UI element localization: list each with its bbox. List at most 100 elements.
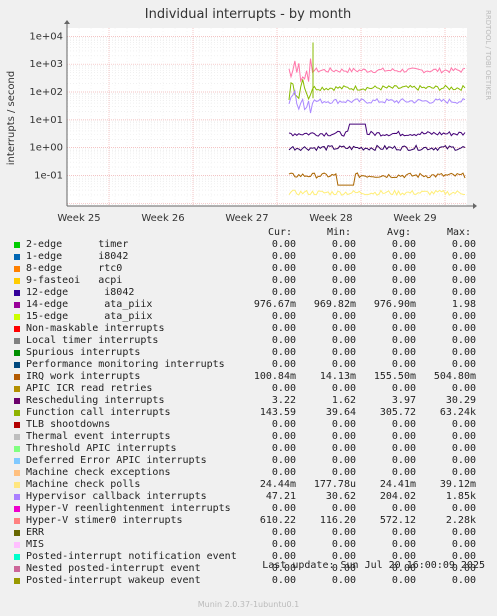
legend-max: 504.80m bbox=[433, 371, 476, 382]
legend-label: APIC ICR read retries bbox=[26, 383, 153, 394]
legend-row: TLB shootdowns 0.00 0.00 0.00 0.00 bbox=[0, 419, 497, 431]
legend-max: 0.00 bbox=[451, 383, 476, 394]
legend-row: APIC ICR read retries 0.00 0.00 0.00 0.00 bbox=[0, 383, 497, 395]
rrdtool-credit: RRDTOOL / TOBI OETIKER bbox=[484, 10, 492, 100]
legend-label: Function call interrupts bbox=[26, 407, 171, 418]
legend-label: 2-edge timer bbox=[26, 239, 129, 250]
legend-max: 0.00 bbox=[451, 467, 476, 478]
legend-row: Hyper-V stimer0 interrupts 610.22 116.20 57… bbox=[0, 515, 497, 527]
legend-max: 0.00 bbox=[451, 311, 476, 322]
legend-swatch bbox=[14, 350, 20, 356]
legend-max: 0.00 bbox=[451, 575, 476, 586]
legend-swatch bbox=[14, 338, 20, 344]
legend-max: 0.00 bbox=[451, 251, 476, 262]
legend-swatch bbox=[14, 578, 20, 584]
legend-label: 14-edge ata_piix bbox=[26, 299, 153, 310]
legend-max: 0.00 bbox=[451, 431, 476, 442]
legend-swatch bbox=[14, 542, 20, 548]
legend-max: 0.00 bbox=[451, 455, 476, 466]
last-update: Last update: Sun Jul 20 16:00:09 2025 bbox=[262, 560, 485, 571]
legend-swatch bbox=[14, 314, 20, 320]
header-cur: Cur: bbox=[268, 227, 293, 238]
legend-swatch bbox=[14, 554, 20, 560]
legend-max: 0.00 bbox=[451, 539, 476, 550]
legend-label: Non-maskable interrupts bbox=[26, 323, 165, 334]
legend-swatch bbox=[14, 434, 20, 440]
legend-row: 15-edge ata_piix 0.00 0.00 0.00 0.00 bbox=[0, 311, 497, 323]
legend-swatch bbox=[14, 362, 20, 368]
legend-swatch bbox=[14, 326, 20, 332]
legend-swatch bbox=[14, 242, 20, 248]
legend-max: 39.12m bbox=[439, 479, 476, 490]
legend-label: Hyper-V stimer0 interrupts bbox=[26, 515, 183, 526]
legend-row: Machine check polls 24.44m 177.78u 24.41m 39… bbox=[0, 479, 497, 491]
legend-label: Threshold APIC interrupts bbox=[26, 443, 177, 454]
legend-max: 0.00 bbox=[451, 239, 476, 250]
legend-label: MIS bbox=[26, 539, 45, 550]
legend-label: Rescheduling interrupts bbox=[26, 395, 165, 406]
legend-swatch bbox=[14, 278, 20, 284]
legend-label: Machine check exceptions bbox=[26, 467, 171, 478]
legend-row: Rescheduling interrupts 3.22 1.62 3.97 30.29 bbox=[0, 395, 497, 407]
legend-label: Local timer interrupts bbox=[26, 335, 159, 346]
legend-max: 0.00 bbox=[451, 503, 476, 514]
legend-swatch bbox=[14, 374, 20, 380]
legend-swatch bbox=[14, 482, 20, 488]
y-axis-arrow bbox=[64, 20, 70, 24]
legend-label: 12-edge i8042 bbox=[26, 287, 135, 298]
legend-swatch bbox=[14, 254, 20, 260]
legend-label: ERR bbox=[26, 527, 45, 538]
legend-row: Thermal event interrupts 0.00 0.00 0.00 0.00 bbox=[0, 431, 497, 443]
x-tick-label: Week 28 bbox=[309, 213, 352, 224]
chart: Individual interrupts - by month interru… bbox=[6, 7, 492, 224]
legend-row: 8-edge rtc0 0.00 0.00 0.00 0.00 bbox=[0, 263, 497, 275]
legend-max: 0.00 bbox=[451, 287, 476, 298]
legend-swatch bbox=[14, 446, 20, 452]
legend-label: TLB shootdowns bbox=[26, 419, 111, 430]
legend-max: 0.00 bbox=[451, 347, 476, 358]
legend-row: ERR 0.00 0.00 0.00 0.00 bbox=[0, 527, 497, 539]
legend-swatch bbox=[14, 506, 20, 512]
legend-label: Spurious interrupts bbox=[26, 347, 141, 358]
chart-title: Individual interrupts - by month bbox=[145, 7, 351, 22]
legend-swatch bbox=[14, 302, 20, 308]
legend-swatch bbox=[14, 386, 20, 392]
legend-swatch bbox=[14, 518, 20, 524]
legend-row: 9-fasteoi acpi 0.00 0.00 0.00 0.00 bbox=[0, 275, 497, 287]
legend-max: 0.00 bbox=[451, 263, 476, 274]
y-tick-label: 1e+00 bbox=[29, 143, 63, 154]
legend-label: 15-edge ata_piix bbox=[26, 311, 153, 322]
legend-max: 0.00 bbox=[451, 323, 476, 334]
legend-row: Function call interrupts 143.59 39.64 305.7… bbox=[0, 407, 497, 419]
y-tick-label: 1e+03 bbox=[29, 59, 63, 70]
y-tick-label: 1e+02 bbox=[29, 87, 63, 98]
x-tick-label: Week 25 bbox=[57, 213, 100, 224]
y-tick-label: 1e+04 bbox=[29, 31, 63, 42]
legend-swatch bbox=[14, 410, 20, 416]
legend-label: Posted-interrupt notification event bbox=[26, 551, 237, 562]
legend-row: 2-edge timer 0.00 0.00 0.00 0.00 bbox=[0, 239, 497, 251]
legend-swatch bbox=[14, 398, 20, 404]
legend-swatch bbox=[14, 266, 20, 272]
legend-max: 30.29 bbox=[445, 395, 476, 406]
legend-row: Hyper-V reenlightenment interrupts 0.00 0.… bbox=[0, 503, 497, 515]
legend-max: 0.00 bbox=[451, 359, 476, 370]
legend-max: 1.98 bbox=[451, 299, 476, 310]
legend-row: Deferred Error APIC interrupts 0.00 0.00 0.… bbox=[0, 455, 497, 467]
header-min: Min: bbox=[327, 227, 352, 238]
legend-label: Performance monitoring interrupts bbox=[26, 359, 225, 370]
legend-swatch bbox=[14, 566, 20, 572]
legend-max: 0.00 bbox=[451, 527, 476, 538]
legend-max: 2.28k bbox=[445, 515, 476, 526]
legend-row: IRQ work interrupts 100.84m 14.13m 155.50m 5… bbox=[0, 371, 497, 383]
x-tick-label: Week 26 bbox=[141, 213, 184, 224]
legend-row: Local timer interrupts 0.00 0.00 0.00 0.00 bbox=[0, 335, 497, 347]
legend-row: Machine check exceptions 0.00 0.00 0.00 0.00 bbox=[0, 467, 497, 479]
legend-max: 63.24k bbox=[439, 407, 476, 418]
legend-row: 1-edge i8042 0.00 0.00 0.00 0.00 bbox=[0, 251, 497, 263]
legend-label: Thermal event interrupts bbox=[26, 431, 171, 442]
legend-swatch bbox=[14, 458, 20, 464]
x-axis-arrow bbox=[473, 203, 477, 209]
legend-swatch bbox=[14, 494, 20, 500]
y-tick-labels: 1e+04 1e+03 1e+02 1e+01 1e+00 1e-01 bbox=[29, 31, 63, 181]
